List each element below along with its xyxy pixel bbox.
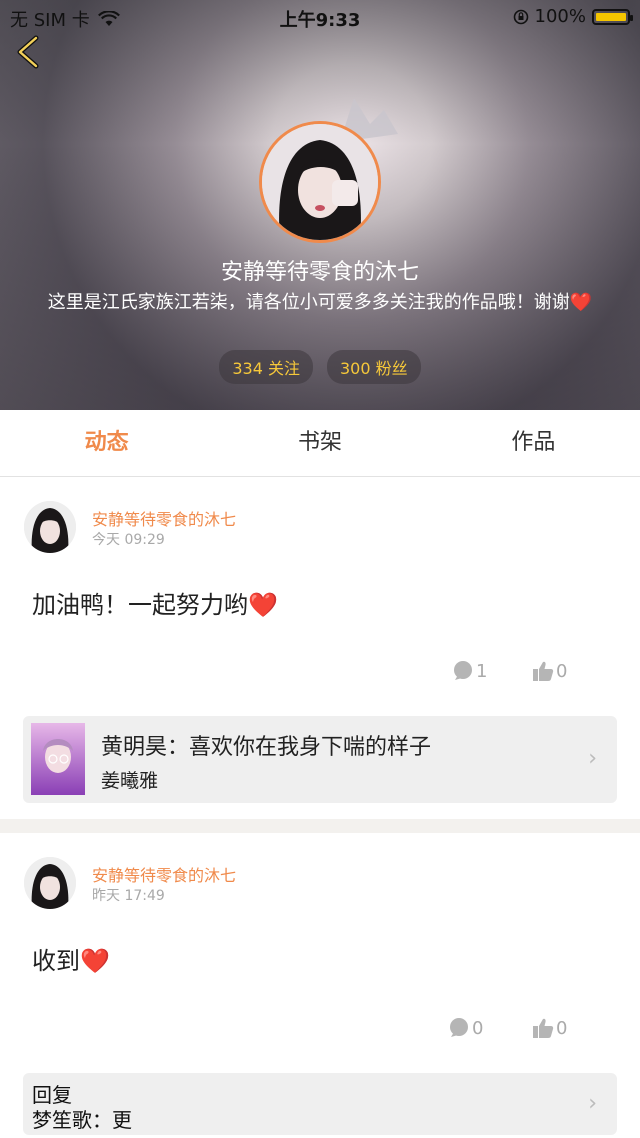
post-time: 昨天 17:49 — [92, 888, 165, 904]
like-count: 0 — [556, 1017, 568, 1039]
reply-content: 梦笙歌：更 — [32, 1108, 132, 1132]
tab-activity[interactable]: 动态 — [0, 410, 213, 476]
profile-bio: 这里是江氏家族江若柒，请各位小可爱多多关注我的作品哦！谢谢❤️ — [47, 292, 593, 313]
referenced-reply-card[interactable]: 回复 梦笙歌：更 › — [23, 1073, 617, 1135]
post-author-avatar[interactable] — [24, 501, 76, 553]
post-card: 安静等待零食的沐七 昨天 17:49 收到❤️ 0 0 回复 梦笙歌：更 › — [0, 833, 640, 1138]
comment-button[interactable]: 0 — [448, 1017, 483, 1039]
work-cover-image — [31, 723, 85, 795]
post-content: 加油鸭！一起努力哟❤️ — [32, 591, 278, 619]
tab-bookshelf[interactable]: 书架 — [213, 410, 426, 476]
chevron-right-icon: › — [588, 1091, 597, 1116]
fans-count-pill[interactable]: 300 粉丝 — [327, 350, 421, 384]
comment-count: 0 — [472, 1017, 484, 1039]
work-title: 黄明昊：喜欢你在我身下喘的样子 — [101, 735, 432, 760]
profile-name: 安静等待零食的沐七 — [220, 260, 419, 285]
post-author-avatar[interactable] — [24, 857, 76, 909]
like-count: 0 — [556, 660, 568, 682]
profile-avatar[interactable] — [259, 121, 381, 243]
avatar-photo — [262, 124, 378, 240]
post-time: 今天 09:29 — [92, 532, 165, 548]
following-count-pill[interactable]: 334 关注 — [219, 350, 313, 384]
like-button[interactable]: 0 — [532, 660, 567, 682]
back-chevron-icon[interactable] — [12, 34, 48, 70]
comment-button[interactable]: 1 — [452, 660, 487, 682]
referenced-work-card[interactable]: 黄明昊：喜欢你在我身下喘的样子 姜曦雅 › — [23, 716, 617, 803]
like-button[interactable]: 0 — [532, 1017, 567, 1039]
comment-count: 1 — [476, 660, 488, 682]
battery-icon — [592, 8, 633, 25]
comment-icon — [454, 661, 472, 680]
post-content: 收到❤️ — [32, 947, 110, 975]
thumbs-up-icon — [533, 1018, 554, 1038]
profile-header: 无 SIM 卡 上午9:33 100% 安静等待零食的沐七 这里是江氏家族江若柒… — [0, 0, 640, 410]
orientation-lock-icon — [513, 9, 528, 24]
battery-percent: 100% — [534, 6, 586, 27]
thumbs-up-icon — [533, 661, 554, 681]
comment-icon — [450, 1018, 468, 1037]
tab-bar: 动态 书架 作品 — [0, 410, 640, 477]
post-author-name[interactable]: 安静等待零食的沐七 — [92, 506, 236, 530]
tab-works[interactable]: 作品 — [427, 410, 640, 476]
work-author: 姜曦雅 — [101, 770, 159, 792]
chevron-right-icon: › — [588, 746, 597, 771]
post-card: 安静等待零食的沐七 今天 09:29 加油鸭！一起努力哟❤️ 1 0 黄明昊：喜… — [0, 477, 640, 819]
post-author-name[interactable]: 安静等待零食的沐七 — [92, 862, 236, 886]
status-bar: 无 SIM 卡 上午9:33 100% — [0, 0, 640, 34]
